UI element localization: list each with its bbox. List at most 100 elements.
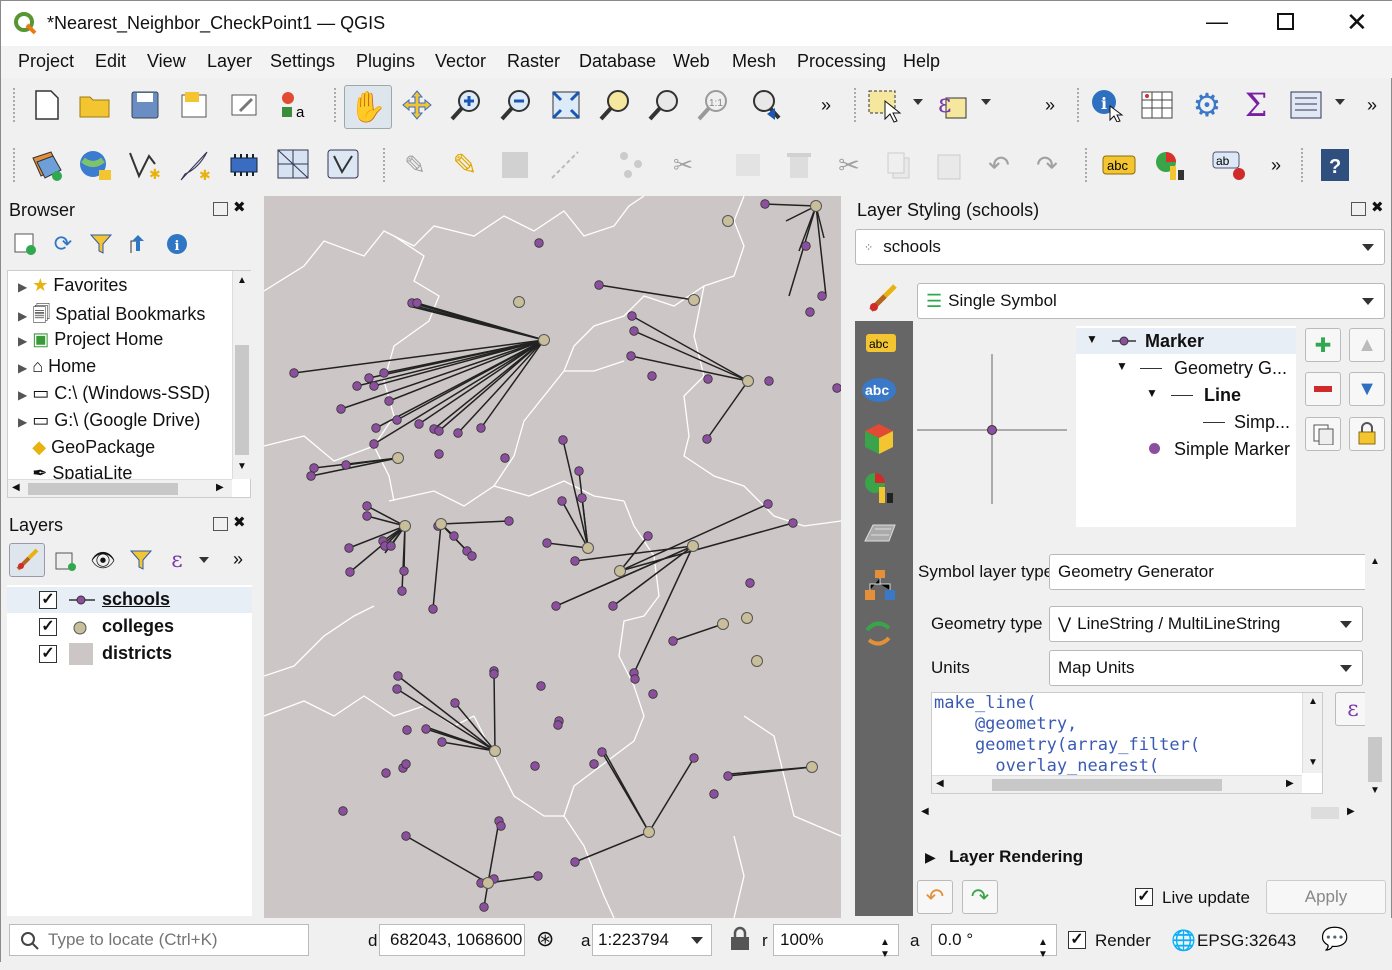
maximize-button[interactable] [1277,13,1294,30]
layers-close-icon[interactable]: ✖ [233,513,246,531]
new-mesh-layer-icon[interactable] [276,147,312,183]
statistical-summary-icon[interactable]: Σ [1238,86,1274,124]
live-update-checkbox[interactable]: ✓ [1135,888,1153,906]
zoom-in-icon[interactable] [448,87,484,123]
open-layer-styling-icon[interactable] [9,543,45,577]
open-attribute-table-icon[interactable] [1139,87,1175,123]
move-down-button[interactable]: ▼ [1349,372,1385,406]
layers-float-icon[interactable] [213,517,228,531]
menu-raster[interactable]: Raster [507,51,560,72]
masks-tab-icon[interactable]: abc [861,376,897,409]
menu-project[interactable]: Project [18,51,74,72]
layout-manager-icon[interactable] [227,87,263,123]
map-canvas[interactable] [264,196,841,918]
browser-item-spatial-bookmarks[interactable]: ▶ 🗐 Spatial Bookmarks [18,302,205,332]
new-shapefile-layer-icon[interactable]: ✱ [127,147,163,183]
properties-hscrollbar[interactable]: ◀ ▶ [917,804,1357,822]
redo-style-button[interactable]: ↷ [962,880,998,914]
layer-tree-tab-icon[interactable] [863,568,897,607]
menu-database[interactable]: Database [579,51,656,72]
crs-label[interactable]: EPSG:32643 [1197,931,1296,951]
browser-vscroll-thumb[interactable] [235,345,249,455]
close-window-button[interactable]: ✕ [1346,7,1368,38]
lock-color-button[interactable] [1349,417,1385,451]
rendering-tab-icon[interactable] [863,521,897,552]
symbol-tree-line[interactable]: ▼ Line [1076,382,1296,408]
add-selected-layers-icon[interactable] [9,228,41,260]
add-group-icon[interactable] [49,543,81,577]
colleges-visibility-checkbox[interactable]: ✓ [39,618,57,636]
layer-select-dropdown[interactable]: ⁘ schools [855,229,1385,265]
digitize-with-feather-icon[interactable]: ✱ [177,147,213,183]
schools-visibility-checkbox[interactable]: ✓ [39,591,57,609]
help-contents-icon[interactable]: ? [1317,147,1353,183]
render-checkbox[interactable]: ✓ [1068,931,1086,949]
menu-vector[interactable]: Vector [435,51,486,72]
3d-view-tab-icon[interactable] [863,422,895,461]
browser-hscrollbar[interactable]: ◀ ▶ [8,479,232,497]
apply-button[interactable]: Apply [1266,880,1386,914]
add-wms-layer-icon[interactable] [77,147,113,183]
diagram-options-icon[interactable] [1151,147,1187,183]
expression-vscrollbar[interactable]: ▲ ▼ [1302,693,1322,773]
layer-rendering-section[interactable]: Layer Rendering [949,847,1083,867]
filter-dropdown-icon[interactable] [199,557,209,563]
symbol-tree-geometry-generator[interactable]: ▼ Geometry G... [1076,355,1296,381]
browser-item-project-home[interactable]: ▶ ▣ Project Home [18,329,163,350]
style-manager-icon[interactable]: a [276,87,312,123]
symbol-tree-simple-line[interactable]: Simp... [1076,409,1296,435]
redo-icon[interactable]: ↷ [1029,147,1065,183]
new-project-icon[interactable] [29,87,65,123]
pan-to-selection-icon[interactable] [399,87,435,123]
menu-settings[interactable]: Settings [270,51,335,72]
browser-vscrollbar[interactable]: ▲ ▼ [232,271,251,479]
browser-close-icon[interactable]: ✖ [233,198,246,216]
zoom-out-icon[interactable] [498,87,534,123]
identify-features-icon[interactable]: i [1089,87,1125,123]
browser-hscroll-thumb[interactable] [28,483,178,495]
units-dropdown[interactable]: Map Units [1049,650,1363,686]
crs-globe-icon[interactable]: 🌐 [1171,928,1196,953]
move-up-button[interactable]: ▲ [1349,328,1385,362]
zoom-full-icon[interactable] [548,87,584,123]
copy-features-icon[interactable] [881,147,917,183]
locator-input[interactable] [48,929,298,951]
digitize-line-icon[interactable] [547,147,583,183]
history-tab-icon[interactable] [863,618,895,653]
menu-mesh[interactable]: Mesh [732,51,776,72]
zoom-to-selection-icon[interactable] [597,87,633,123]
lock-scale-icon[interactable] [729,926,751,952]
browser-item-g-drive[interactable]: ▶ ▭ G:\ (Google Drive) [18,410,200,431]
open-project-icon[interactable] [77,87,113,123]
browser-properties-icon[interactable]: i [161,228,193,260]
layer-row-districts[interactable]: ✓ districts [7,641,252,667]
zoom-native-icon[interactable]: 1:1 [695,87,731,123]
undo-icon[interactable]: ↶ [981,147,1017,183]
symbol-layer-type-dropdown[interactable]: Geometry Generator [1049,554,1371,590]
layer-row-schools[interactable]: ✓ schools [7,587,252,613]
filter-legend-icon[interactable] [125,543,157,577]
expression-select-dropdown-icon[interactable] [981,99,991,105]
menu-plugins[interactable]: Plugins [356,51,415,72]
map-tips-dropdown-icon[interactable] [1335,99,1345,105]
add-symbol-layer-button[interactable]: ✚ [1305,328,1341,362]
browser-item-c-drive[interactable]: ▶ ▭ C:\ (Windows-SSD) [18,383,210,404]
browser-item-geopackage[interactable]: ▶ ◆ GeoPackage [18,437,155,458]
select-by-expression-icon[interactable]: ε [935,87,971,123]
toolbar-overflow-2-icon[interactable]: » [1045,95,1055,116]
symbol-tree-marker[interactable]: ▼ Marker [1076,328,1296,354]
duplicate-symbol-layer-button[interactable] [1305,417,1341,451]
new-memory-layer-icon[interactable] [227,147,263,183]
map-tips-icon[interactable] [1288,87,1324,123]
coordinate-field[interactable]: 682043, 1068600 [379,924,525,956]
menu-view[interactable]: View [147,51,186,72]
geometry-type-dropdown[interactable]: ⋁ LineString / MultiLineString [1049,606,1363,642]
locator-search[interactable] [9,924,309,956]
menu-layer[interactable]: Layer [207,51,252,72]
toolbar-overflow-3-icon[interactable]: » [1367,95,1377,116]
new-virtual-layer-icon[interactable] [326,147,362,183]
filter-by-expression-icon[interactable]: ε [161,543,193,577]
browser-float-icon[interactable] [213,202,228,216]
expression-hscrollbar[interactable]: ◀ ▶ [932,775,1302,793]
browser-item-spatialite[interactable]: ▶ ✒ SpatiaLite [18,463,132,479]
